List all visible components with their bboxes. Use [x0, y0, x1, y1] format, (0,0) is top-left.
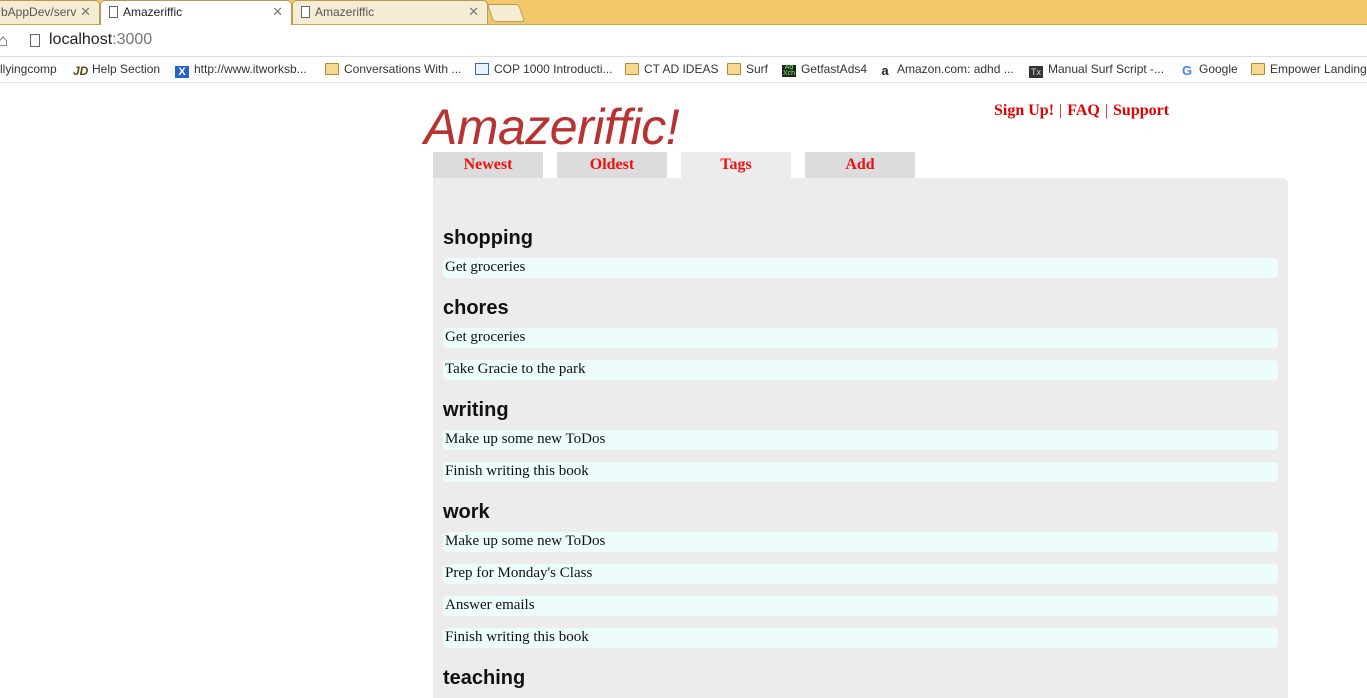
- bookmark-label: Conversations With ...: [344, 62, 462, 76]
- tag-heading: writing: [443, 399, 509, 421]
- browser-tab-title: Amazeriffic: [123, 5, 183, 19]
- bookmark-item[interactable]: Empower Landing: [1251, 62, 1367, 78]
- bookmark-item[interactable]: G Google: [1180, 62, 1238, 78]
- page-icon: [475, 63, 489, 75]
- todo-item: Get groceries: [443, 258, 1278, 278]
- bookmark-label: COP 1000 Introducti...: [494, 62, 613, 76]
- folder-icon: [1251, 63, 1265, 75]
- address-bar: ⌂ localhost:3000: [0, 25, 1367, 57]
- tag-heading: teaching: [443, 667, 526, 689]
- adxch-icon: Ad Xch: [782, 64, 796, 77]
- tag-heading: chores: [443, 297, 509, 319]
- bookmark-label: Empower Landing: [1270, 62, 1367, 76]
- bookmark-item[interactable]: JD Help Section: [73, 62, 160, 78]
- bookmark-item[interactable]: llyingcomp: [0, 62, 57, 78]
- bookmarks-bar: llyingcomp JD Help Section Xhttp://www.it…: [0, 57, 1367, 83]
- browser-tab-3[interactable]: Amazeriffic ✕: [292, 0, 488, 24]
- browser-tab-title: Amazeriffic: [315, 5, 375, 19]
- bookmark-item[interactable]: Conversations With ...: [325, 62, 461, 78]
- tab-oldest[interactable]: Oldest: [557, 152, 667, 178]
- new-tab-button[interactable]: [486, 4, 526, 22]
- browser-tab-strip: bAppDev/serv ✕ Amazeriffic ✕ Amazeriffic…: [0, 0, 1367, 25]
- browser-tab-1[interactable]: bAppDev/serv ✕: [0, 0, 100, 24]
- todo-item: Make up some new ToDos: [443, 430, 1278, 450]
- support-link[interactable]: Support: [1113, 102, 1169, 119]
- todo-item: Take Gracie to the park: [443, 360, 1278, 380]
- todo-item: Get groceries: [443, 328, 1278, 348]
- todo-item: Prep for Monday's Class: [443, 564, 1278, 584]
- bookmark-label: http://www.itworksb...: [194, 62, 307, 76]
- bookmark-item[interactable]: Ad Xch GetfastAds4: [782, 62, 867, 78]
- bookmark-item[interactable]: a Amazon.com: adhd ...: [878, 62, 1014, 78]
- bookmark-item[interactable]: Surf: [727, 62, 768, 78]
- bookmark-label: llyingcomp: [0, 62, 57, 76]
- todo-item: Answer emails: [443, 596, 1278, 616]
- close-tab-icon[interactable]: ✕: [468, 4, 479, 20]
- todo-item: Finish writing this book: [443, 628, 1278, 648]
- bookmark-item[interactable]: Xhttp://www.itworksb...: [175, 62, 307, 78]
- bookmark-label: Manual Surf Script -...: [1048, 62, 1165, 76]
- page-icon: [301, 6, 310, 18]
- x-icon: X: [175, 66, 189, 78]
- url-port: :3000: [112, 31, 153, 48]
- bookmark-label: CT AD IDEAS: [644, 62, 719, 76]
- header-links: Sign Up! | FAQ | Support: [994, 102, 1169, 120]
- bookmark-label: GetfastAds4: [801, 62, 868, 76]
- close-tab-icon[interactable]: ✕: [80, 4, 91, 20]
- tx-icon: Tx: [1029, 66, 1043, 78]
- todo-item: Finish writing this book: [443, 462, 1278, 482]
- url-host: localhost: [49, 31, 113, 48]
- browser-tab-title: bAppDev/serv: [1, 5, 77, 19]
- browser-tab-2[interactable]: Amazeriffic ✕: [100, 0, 292, 25]
- amazon-icon: a: [881, 63, 889, 78]
- bookmark-label: Help Section: [92, 62, 161, 76]
- folder-icon: [727, 63, 741, 75]
- close-tab-icon[interactable]: ✕: [272, 4, 283, 20]
- faq-link[interactable]: FAQ: [1067, 102, 1100, 119]
- home-icon[interactable]: ⌂: [0, 31, 8, 51]
- jd-icon: JD: [73, 64, 89, 78]
- link-separator: |: [1104, 102, 1109, 119]
- tab-tags[interactable]: Tags: [681, 152, 791, 178]
- tag-heading: work: [443, 501, 490, 523]
- site-title: Amazeriffic!: [424, 99, 680, 155]
- bookmark-item[interactable]: COP 1000 Introducti...: [475, 62, 613, 78]
- url-field[interactable]: localhost:3000: [49, 31, 152, 49]
- tab-newest[interactable]: Newest: [433, 152, 543, 178]
- tag-heading: shopping: [443, 227, 533, 249]
- google-icon: G: [1181, 63, 1193, 78]
- bookmark-item[interactable]: CT AD IDEAS: [625, 62, 718, 78]
- tab-add[interactable]: Add: [805, 152, 915, 178]
- todo-item: Make up some new ToDos: [443, 532, 1278, 552]
- bookmark-label: Google: [1199, 62, 1238, 76]
- bookmark-item[interactable]: Tx Manual Surf Script -...: [1029, 62, 1164, 78]
- page-icon: [30, 34, 40, 47]
- bookmark-label: Surf: [746, 62, 769, 76]
- folder-icon: [325, 63, 339, 75]
- bookmark-label: Amazon.com: adhd ...: [897, 62, 1014, 76]
- page-icon: [109, 6, 118, 18]
- link-separator: |: [1059, 102, 1063, 119]
- folder-icon: [625, 63, 639, 75]
- signup-link[interactable]: Sign Up!: [994, 102, 1054, 119]
